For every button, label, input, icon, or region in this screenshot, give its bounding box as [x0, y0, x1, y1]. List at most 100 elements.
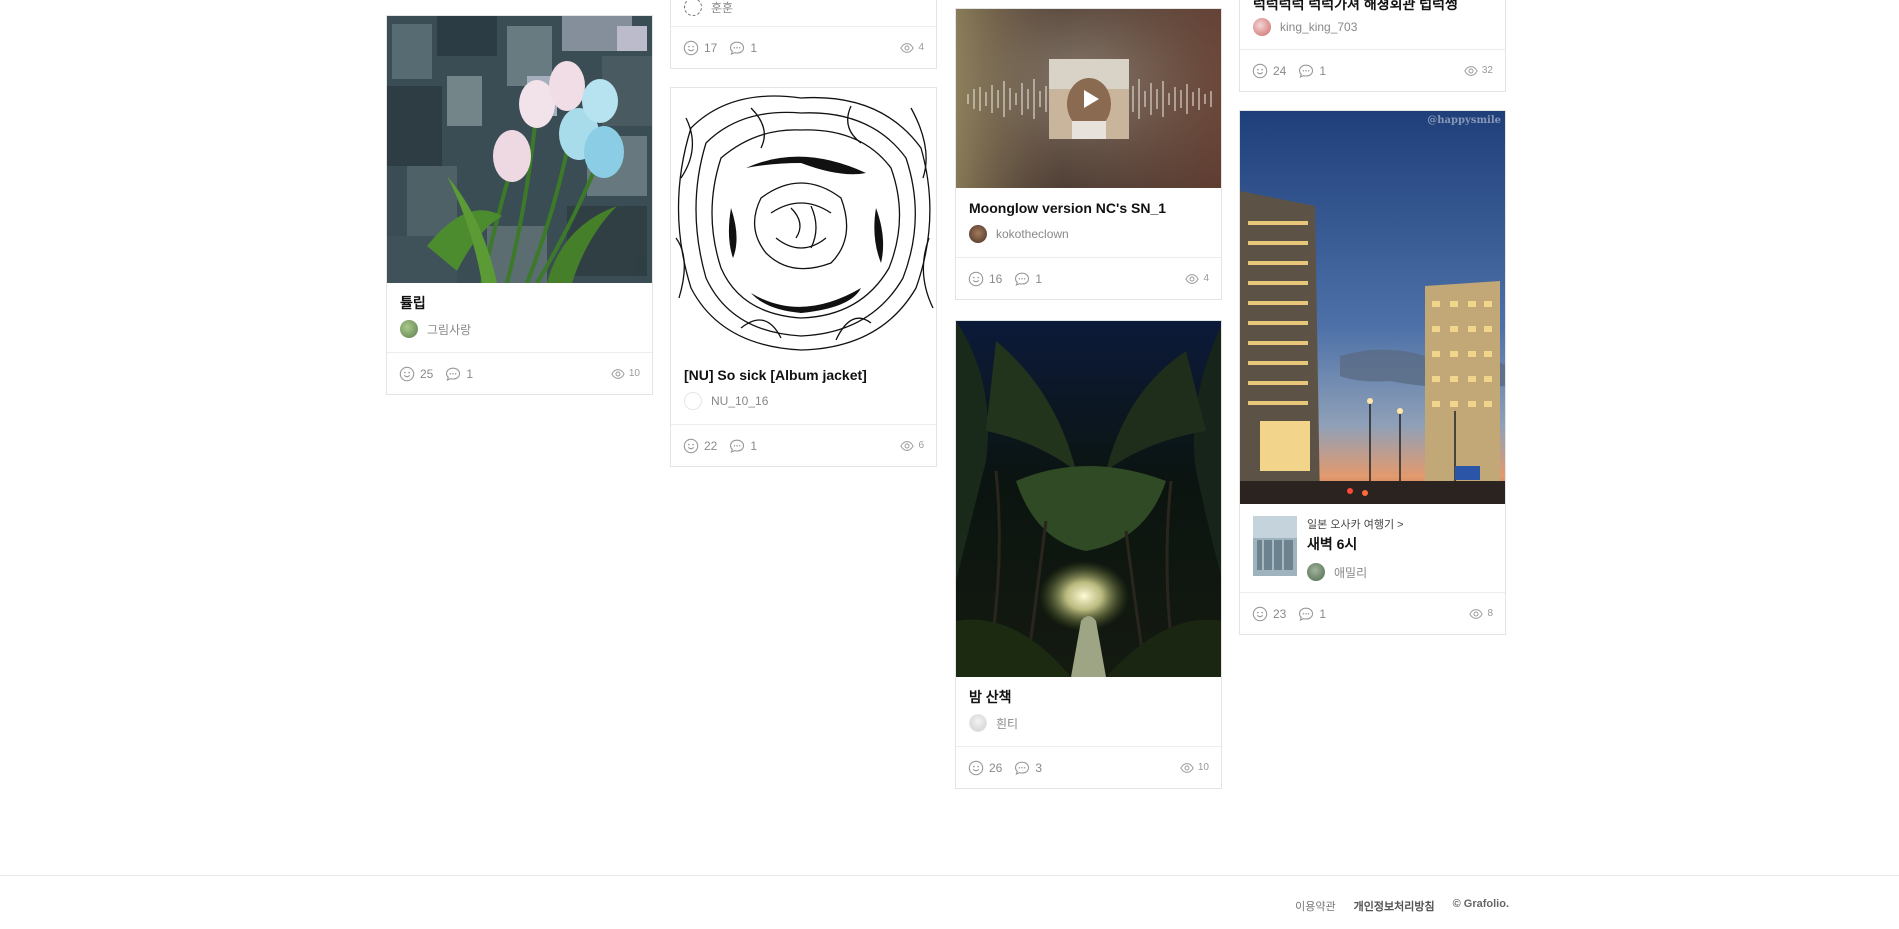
video-thumbnail[interactable] — [956, 9, 1221, 188]
artwork-title[interactable]: Moonglow version NC's SN_1 — [969, 199, 1208, 217]
artwork-card[interactable]: @happysmile 일본 오사카 여행기 > 새벽 6시 애밀리 23 1 … — [1239, 110, 1506, 635]
author-name[interactable]: 애밀리 — [1334, 564, 1367, 581]
author-name[interactable]: NU_10_16 — [711, 394, 768, 408]
eye-icon — [611, 367, 625, 381]
author[interactable]: 훈훈 — [684, 0, 733, 16]
avatar[interactable] — [684, 392, 702, 410]
comment-count: 1 — [750, 40, 758, 55]
comment-count: 3 — [1035, 760, 1043, 775]
artwork-title[interactable]: 새벽 6시 — [1307, 534, 1404, 554]
author-name[interactable]: kokotheclown — [996, 227, 1069, 241]
author[interactable]: kokotheclown — [969, 225, 1208, 243]
like-count: 24 — [1273, 63, 1287, 78]
speech-bubble-icon — [1298, 606, 1314, 622]
comment-count: 1 — [750, 438, 758, 453]
like-count: 26 — [989, 760, 1003, 775]
author[interactable]: NU_10_16 — [684, 392, 923, 410]
avatar[interactable] — [400, 320, 418, 338]
terms-link[interactable]: 이용약관 — [1295, 898, 1335, 914]
like-button[interactable]: 16 — [968, 271, 1002, 287]
artwork-card[interactable]: 튤립 그림사랑 25 1 10 — [386, 15, 653, 395]
smile-icon — [399, 366, 415, 382]
view-count-group: 8 — [1469, 607, 1493, 621]
view-count-group: 4 — [1185, 272, 1209, 286]
smile-icon — [1252, 63, 1268, 79]
like-button[interactable]: 22 — [683, 438, 717, 454]
artwork-card[interactable]: 밤 산책 흰티 26 3 10 — [955, 320, 1222, 789]
artwork-card[interactable]: 훈훈 17 1 4 — [670, 0, 937, 69]
smile-icon — [968, 760, 984, 776]
author[interactable]: 애밀리 — [1307, 563, 1404, 581]
series-thumbnail[interactable] — [1253, 516, 1297, 576]
author-name[interactable]: 흰티 — [996, 715, 1018, 732]
speech-bubble-icon — [1298, 63, 1314, 79]
eye-icon — [900, 41, 914, 55]
view-count-group: 10 — [1180, 761, 1209, 775]
artwork-title[interactable]: 밤 산책 — [969, 688, 1208, 706]
speech-bubble-icon — [445, 366, 461, 382]
like-count: 16 — [989, 271, 1003, 286]
artwork-image[interactable] — [956, 321, 1221, 677]
like-button[interactable]: 17 — [683, 40, 717, 56]
artwork-card[interactable]: [NU] So sick [Album jacket] NU_10_16 22 … — [670, 87, 937, 467]
speech-bubble-icon — [729, 438, 745, 454]
view-count-group: 32 — [1464, 64, 1493, 78]
author-name[interactable]: 그림사랑 — [427, 321, 471, 338]
card-stats: 24 1 32 — [1240, 49, 1505, 91]
eye-icon — [1469, 607, 1483, 621]
like-count: 23 — [1273, 606, 1287, 621]
view-count-group: 4 — [900, 41, 924, 55]
eye-icon — [1185, 272, 1199, 286]
artwork-card[interactable]: Moonglow version NC's SN_1 kokotheclown … — [955, 8, 1222, 300]
comment-button[interactable]: 1 — [1298, 606, 1326, 622]
artwork-image[interactable] — [387, 16, 652, 283]
artwork-title[interactable]: 튤립 — [400, 294, 639, 312]
author[interactable]: king_king_703 — [1253, 18, 1357, 36]
smile-icon — [1252, 606, 1268, 622]
speech-bubble-icon — [1014, 760, 1030, 776]
comment-count: 1 — [1319, 63, 1327, 78]
artwork-image[interactable]: @happysmile — [1240, 111, 1505, 504]
author[interactable]: 흰티 — [969, 714, 1208, 732]
play-icon[interactable] — [1078, 87, 1102, 111]
artwork-title[interactable]: 럭럭럭럭 럭럭가져 해졍회관 럽럭썽 — [1253, 0, 1458, 13]
card-stats: 26 3 10 — [956, 746, 1221, 788]
view-count: 8 — [1487, 608, 1493, 619]
comment-count: 1 — [1319, 606, 1327, 621]
comment-button[interactable]: 1 — [1298, 63, 1326, 79]
view-count: 32 — [1481, 65, 1493, 76]
footer: 이용약관 개인정보처리방침 © Grafolio. — [0, 875, 1899, 929]
card-stats: 16 1 4 — [956, 257, 1221, 299]
avatar[interactable] — [969, 225, 987, 243]
like-button[interactable]: 26 — [968, 760, 1002, 776]
comment-button[interactable]: 1 — [729, 438, 757, 454]
author-name[interactable]: king_king_703 — [1280, 20, 1357, 34]
eye-icon — [1464, 64, 1478, 78]
like-button[interactable]: 25 — [399, 366, 433, 382]
series-link[interactable]: 일본 오사카 여행기 > — [1307, 516, 1404, 532]
comment-button[interactable]: 1 — [729, 40, 757, 56]
author-name[interactable]: 훈훈 — [711, 0, 733, 16]
comment-button[interactable]: 1 — [1014, 271, 1042, 287]
like-count: 17 — [704, 40, 718, 55]
artwork-image[interactable] — [671, 88, 936, 355]
privacy-policy-link[interactable]: 개인정보처리방침 — [1354, 898, 1435, 914]
avatar[interactable] — [1253, 18, 1271, 36]
author[interactable]: 그림사랑 — [400, 320, 639, 338]
speech-bubble-icon — [1014, 271, 1030, 287]
avatar[interactable] — [1307, 563, 1325, 581]
like-button[interactable]: 23 — [1252, 606, 1286, 622]
comment-button[interactable]: 3 — [1014, 760, 1042, 776]
watermark: @happysmile — [1427, 115, 1501, 126]
comment-count: 1 — [1035, 271, 1043, 286]
smile-icon — [968, 271, 984, 287]
avatar[interactable] — [684, 0, 702, 16]
avatar[interactable] — [969, 714, 987, 732]
like-button[interactable]: 24 — [1252, 63, 1286, 79]
comment-button[interactable]: 1 — [445, 366, 473, 382]
series-info: 일본 오사카 여행기 > 새벽 6시 애밀리 — [1240, 504, 1505, 581]
artwork-card[interactable]: 럭럭럭럭 럭럭가져 해졍회관 럽럭썽 king_king_703 24 1 32 — [1239, 0, 1506, 92]
artwork-title[interactable]: [NU] So sick [Album jacket] — [684, 366, 923, 384]
view-count: 10 — [628, 368, 640, 379]
comment-count: 1 — [466, 366, 474, 381]
